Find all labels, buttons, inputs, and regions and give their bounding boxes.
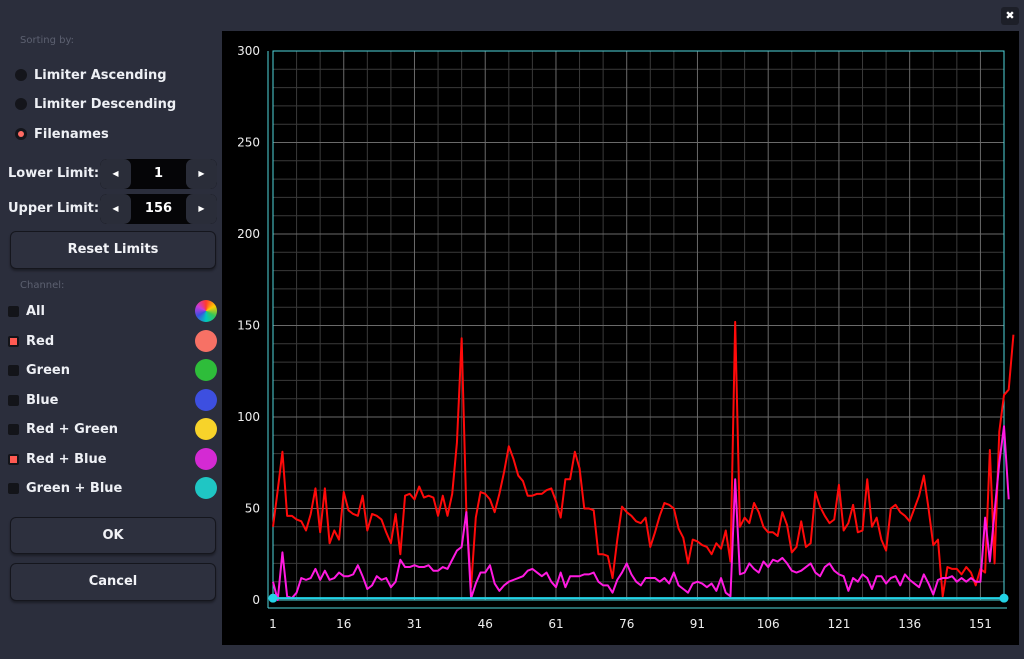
reset-limits-button[interactable]: Reset Limits [10, 231, 216, 269]
green-swatch [195, 359, 217, 381]
red-blue-series-line [272, 425, 1010, 601]
magenta-swatch [195, 448, 217, 470]
x-tick-label: 61 [548, 617, 563, 631]
channel-item-red-blue[interactable]: Red + Blue [8, 447, 218, 471]
checkbox[interactable] [8, 335, 19, 347]
lower-limit-decrement-button[interactable]: ◀ [100, 159, 131, 189]
channel-item-label: Red + Green [26, 421, 119, 437]
x-tick-label: 121 [827, 617, 850, 631]
cyan-swatch [195, 477, 217, 499]
channel-item-red[interactable]: Red [8, 329, 218, 353]
upper-limit-increment-button[interactable]: ▶ [186, 194, 217, 224]
channel-item-label: Blue [26, 392, 59, 408]
y-tick-label: 50 [245, 502, 260, 516]
upper-limit-handle[interactable] [999, 593, 1009, 603]
channel-label: Channel: [20, 280, 65, 291]
blue-swatch [195, 389, 217, 411]
x-tick-label: 136 [898, 617, 921, 631]
radio-button[interactable] [15, 69, 27, 81]
y-tick-label: 300 [237, 44, 260, 58]
radio-button[interactable] [15, 98, 27, 110]
channel-item-label: Red + Blue [26, 451, 107, 467]
x-tick-label: 1 [269, 617, 277, 631]
lower-limit-stepper[interactable]: ◀ 1 ▶ [100, 159, 217, 189]
close-button[interactable]: ✖ [1001, 7, 1019, 25]
x-tick-label: 46 [478, 617, 493, 631]
x-tick-label: 106 [757, 617, 780, 631]
y-tick-label: 250 [237, 136, 260, 150]
x-tick-label: 76 [619, 617, 634, 631]
color-wheel-swatch [195, 300, 217, 322]
sorting-label: Sorting by: [20, 35, 75, 46]
checkbox[interactable] [8, 423, 19, 435]
x-tick-label: 91 [690, 617, 705, 631]
cancel-button[interactable]: Cancel [10, 563, 216, 601]
channel-item-label: Red [26, 333, 55, 349]
channel-item-label: Green + Blue [26, 480, 123, 496]
y-tick-label: 150 [237, 319, 260, 333]
lower-limit-value[interactable]: 1 [131, 159, 186, 189]
checkbox[interactable] [8, 364, 19, 376]
lower-limit-increment-button[interactable]: ▶ [186, 159, 217, 189]
upper-limit-value[interactable]: 156 [131, 194, 186, 224]
lower-limit-handle[interactable] [268, 593, 278, 603]
yellow-swatch [195, 418, 217, 440]
channel-item-green-blue[interactable]: Green + Blue [8, 476, 218, 500]
y-tick-label: 0 [252, 593, 260, 607]
ok-button[interactable]: OK [10, 517, 216, 554]
plot-area[interactable]: 0 50 100 150 200 250 300 1 16 31 46 61 76 91 106 121 136… [222, 31, 1019, 645]
red-swatch [195, 330, 217, 352]
checkbox[interactable] [8, 453, 19, 465]
radio-button[interactable] [15, 128, 27, 140]
x-tick-label: 151 [969, 617, 992, 631]
channel-item-label: All [26, 303, 45, 319]
upper-limit-decrement-button[interactable]: ◀ [100, 194, 131, 224]
upper-limit-label: Upper Limit: [8, 201, 100, 216]
channel-item-label: Green [26, 362, 70, 378]
channel-item-all[interactable]: All [8, 299, 218, 323]
sort-option-limiter-descending[interactable]: Limiter Descending [15, 94, 176, 114]
checkbox[interactable] [8, 482, 19, 494]
x-tick-label: 31 [407, 617, 422, 631]
x-tick-label: 16 [336, 617, 351, 631]
upper-limit-stepper[interactable]: ◀ 156 ▶ [100, 194, 217, 224]
red-series-line [272, 320, 1015, 598]
channel-item-red-green[interactable]: Red + Green [8, 417, 218, 441]
y-tick-label: 100 [237, 410, 260, 424]
sort-option-label: Limiter Descending [34, 96, 177, 112]
checkbox[interactable] [8, 305, 19, 317]
y-tick-label: 200 [237, 227, 260, 241]
checkbox[interactable] [8, 394, 19, 406]
sort-option-limiter-ascending[interactable]: Limiter Ascending [15, 65, 167, 85]
sort-option-label: Filenames [34, 126, 109, 142]
channel-item-green[interactable]: Green [8, 358, 218, 382]
lower-limit-label: Lower Limit: [8, 166, 100, 181]
channel-item-blue[interactable]: Blue [8, 388, 218, 412]
sort-option-filenames[interactable]: Filenames [15, 124, 109, 144]
sort-option-label: Limiter Ascending [34, 67, 167, 83]
line-chart[interactable]: 0 50 100 150 200 250 300 1 16 31 46 61 76 91 106 121 136… [222, 31, 1019, 645]
